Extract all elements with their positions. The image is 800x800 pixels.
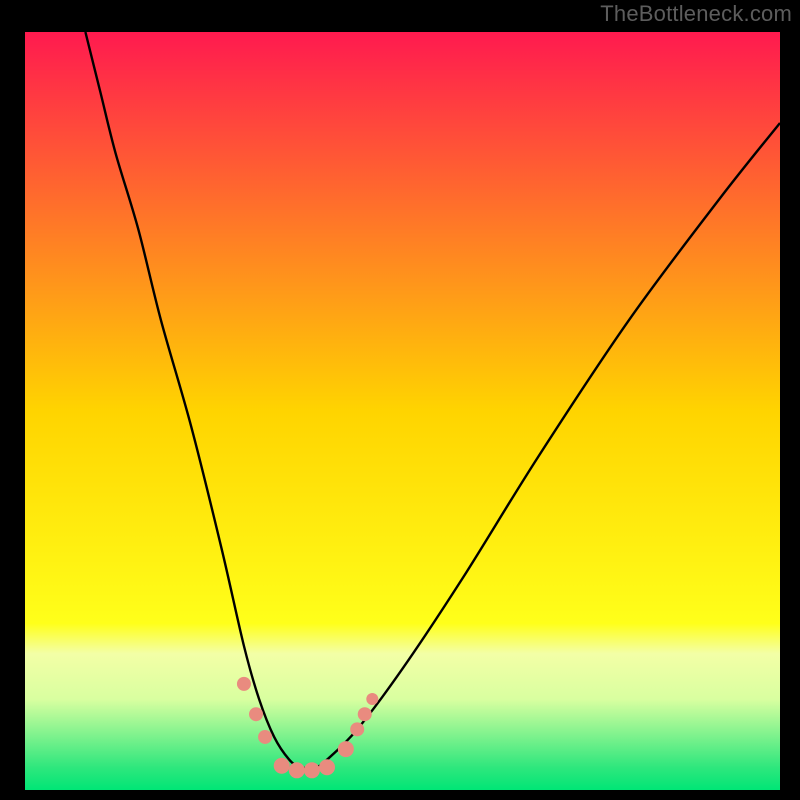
valley-marker	[366, 693, 378, 705]
valley-marker	[304, 762, 320, 778]
valley-marker	[249, 707, 263, 721]
valley-marker	[358, 707, 372, 721]
valley-marker	[319, 759, 335, 775]
valley-marker	[289, 762, 305, 778]
watermark-text: TheBottleneck.com	[600, 1, 792, 27]
valley-marker	[274, 758, 290, 774]
plot-area	[25, 32, 780, 790]
bottleneck-chart	[0, 0, 800, 800]
valley-marker	[237, 677, 251, 691]
valley-marker	[350, 722, 364, 736]
valley-marker	[258, 730, 272, 744]
valley-marker	[338, 741, 354, 757]
chart-stage: TheBottleneck.com	[0, 0, 800, 800]
